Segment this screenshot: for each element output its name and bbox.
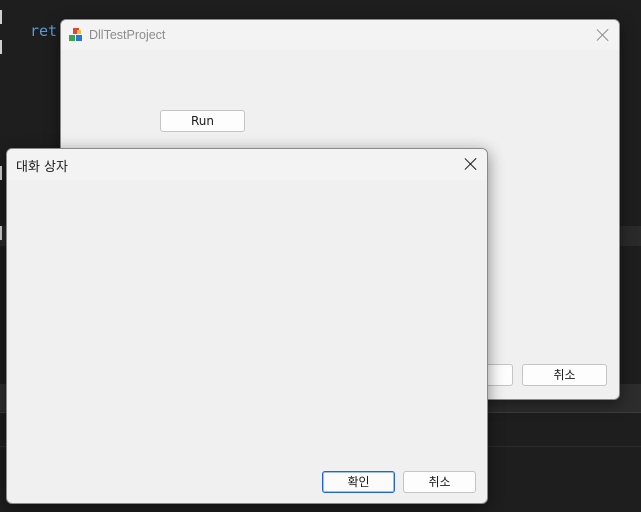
dialog-close-icon[interactable] xyxy=(464,157,478,171)
main-window-titlebar[interactable]: DllTestProject xyxy=(61,20,619,50)
main-cancel-button[interactable]: 취소 xyxy=(522,364,607,386)
dialog-window: 대화 상자 확인 취소 xyxy=(6,148,488,504)
run-button[interactable]: Run xyxy=(160,110,245,132)
app-icon xyxy=(69,28,82,41)
main-window-title: DllTestProject xyxy=(89,28,166,42)
editor-brace-mark xyxy=(0,40,2,54)
dialog-cancel-button[interactable]: 취소 xyxy=(403,471,476,493)
dialog-titlebar[interactable]: 대화 상자 xyxy=(7,149,487,180)
dialog-title: 대화 상자 xyxy=(16,160,68,175)
main-window-close-icon[interactable] xyxy=(596,28,610,42)
editor-brace-mark xyxy=(0,10,2,24)
editor-brace-mark xyxy=(0,226,2,240)
dialog-ok-button[interactable]: 확인 xyxy=(322,471,395,493)
code-line-return: ret xyxy=(30,22,58,40)
